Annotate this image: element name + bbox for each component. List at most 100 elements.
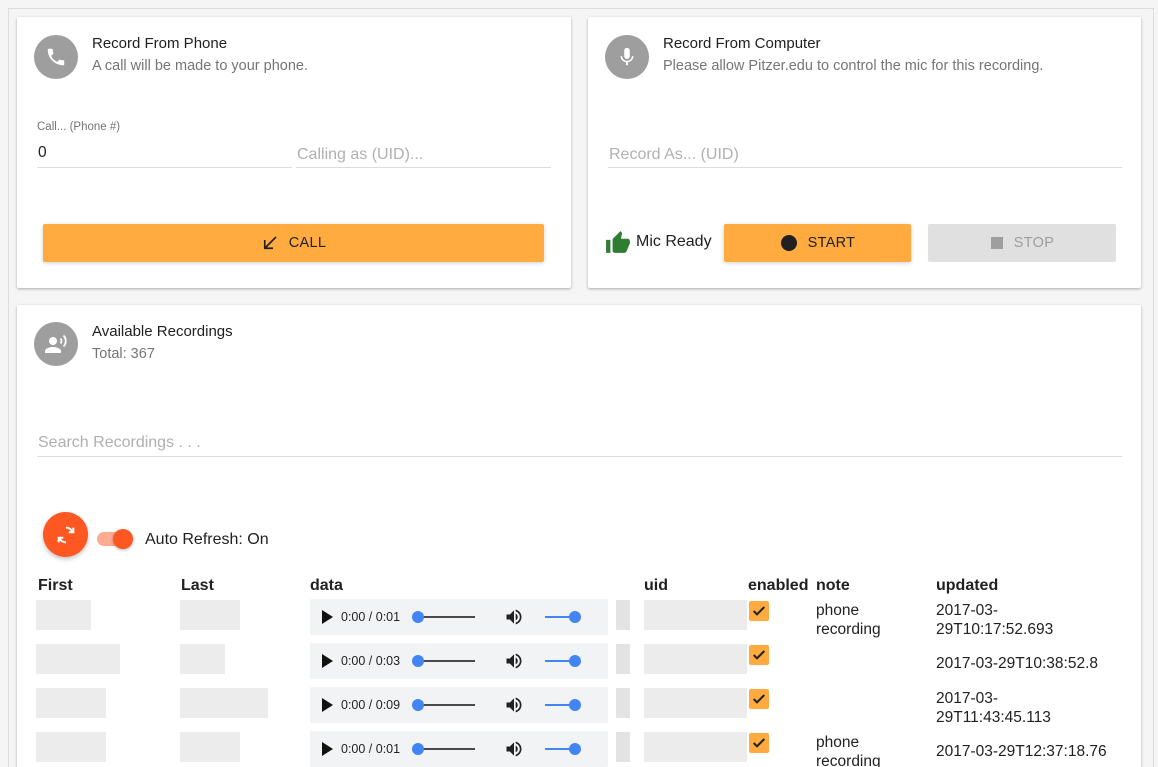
volume-slider[interactable] [545,743,581,755]
uid-redacted [644,688,747,718]
call-button[interactable]: CALL [43,224,544,262]
audio-seek-slider[interactable] [412,743,475,755]
play-icon[interactable] [322,654,333,668]
toggle-knob [113,529,133,549]
first-name-redacted [36,688,106,718]
record-from-computer-card: Record From Computer Please allow Pitzer… [588,17,1141,288]
note-cell: phone recording [816,602,881,638]
refresh-button[interactable] [43,512,88,557]
enabled-checkbox[interactable] [749,645,769,665]
mic-icon [620,47,634,66]
column-header-enabled[interactable]: enabled [748,577,808,595]
available-recordings-card: Available Recordings Total: 367 Search R… [17,305,1141,767]
last-name-redacted [180,688,268,718]
voice-person-icon [45,334,67,353]
auto-refresh-label: Auto Refresh: On [145,531,269,548]
enabled-checkbox[interactable] [749,689,769,709]
last-name-redacted [180,600,240,630]
record-as-underline [608,167,1122,168]
enabled-checkbox[interactable] [749,733,769,753]
volume-icon[interactable] [503,695,525,715]
first-name-redacted [36,732,106,762]
stop-square-icon [990,236,1004,250]
column-header-uid[interactable]: uid [644,577,668,595]
stop-button[interactable]: STOP [928,224,1116,262]
play-icon[interactable] [322,698,333,712]
search-underline [37,456,1122,457]
audio-time: 0:00 / 0:03 [341,654,401,668]
column-header-note[interactable]: note [816,577,850,595]
volume-icon[interactable] [503,607,525,627]
check-icon [752,738,766,748]
volume-slider[interactable] [545,699,581,711]
recordings-total: Total: 367 [92,346,155,362]
thumbs-up-icon [605,230,631,259]
phone-number-input[interactable]: 0 [38,144,47,162]
audio-seek-slider[interactable] [412,655,475,667]
mic-ready-status: Mic Ready [636,233,712,250]
uid-redacted [616,644,630,674]
start-button-label: START [807,235,856,251]
audio-time: 0:00 / 0:01 [341,610,401,624]
updated-cell: 2017-03-29T10:38:52.8 [936,655,1099,672]
audio-player[interactable]: 0:00 / 0:01 [310,731,608,767]
phone-card-subtitle: A call will be made to your phone. [92,58,309,74]
first-name-redacted [36,644,120,674]
check-icon [752,694,766,704]
check-icon [752,606,766,616]
column-header-first[interactable]: First [38,577,73,595]
start-button[interactable]: START [724,224,911,262]
uid-redacted [644,732,747,762]
computer-card-subtitle: Please allow Pitzer.edu to control the m… [663,58,1044,74]
audio-player[interactable]: 0:00 / 0:01 [310,599,608,635]
uid-redacted [616,600,630,630]
auto-refresh-toggle[interactable] [97,527,137,551]
record-as-uid-input[interactable]: Record As... (UID) [609,146,739,164]
recordings-avatar [34,322,78,366]
call-button-label: CALL [288,235,327,251]
audio-seek-slider[interactable] [412,611,475,623]
volume-slider[interactable] [545,655,581,667]
updated-cell: 2017-03-29T12:37:18.76 [936,743,1107,760]
note-cell: phone recording [816,734,881,767]
search-recordings-input[interactable]: Search Recordings . . . [38,434,201,452]
audio-player[interactable]: 0:00 / 0:09 [310,687,608,723]
volume-icon[interactable] [503,651,525,671]
play-icon[interactable] [322,610,333,624]
volume-icon[interactable] [503,739,525,759]
uid-redacted [644,644,747,674]
phone-card-title: Record From Phone [92,35,228,52]
phone-avatar [34,35,78,79]
last-name-redacted [180,644,225,674]
stop-button-label: STOP [1013,235,1055,251]
audio-time: 0:00 / 0:09 [341,698,401,712]
column-header-updated[interactable]: updated [936,577,998,595]
column-header-data[interactable]: data [310,577,343,595]
calling-as-underline [296,167,551,168]
updated-cell: 2017-03-29T10:17:52.693 [936,602,1054,638]
updated-cell: 2017-03-29T11:43:45.113 [936,690,1051,726]
play-icon[interactable] [322,742,333,756]
enabled-checkbox[interactable] [749,601,769,621]
record-dot-icon [780,234,798,252]
first-name-redacted [36,600,91,630]
audio-time: 0:00 / 0:01 [341,742,401,756]
check-icon [752,650,766,660]
computer-card-title: Record From Computer [663,35,821,52]
recordings-title: Available Recordings [92,323,233,340]
uid-redacted [644,600,747,630]
audio-player[interactable]: 0:00 / 0:03 [310,643,608,679]
calling-as-uid-input[interactable]: Calling as (UID)... [297,146,423,164]
phone-icon [47,48,65,66]
arrow-down-left-icon [261,234,279,252]
audio-seek-slider[interactable] [412,699,475,711]
mic-avatar [605,35,649,79]
refresh-icon [57,526,74,543]
phone-number-label: Call... (Phone #) [37,121,121,133]
uid-redacted [616,688,630,718]
phone-number-underline [37,167,292,168]
volume-slider[interactable] [545,611,581,623]
uid-redacted [616,732,630,762]
column-header-last[interactable]: Last [181,577,214,595]
last-name-redacted [180,732,240,762]
